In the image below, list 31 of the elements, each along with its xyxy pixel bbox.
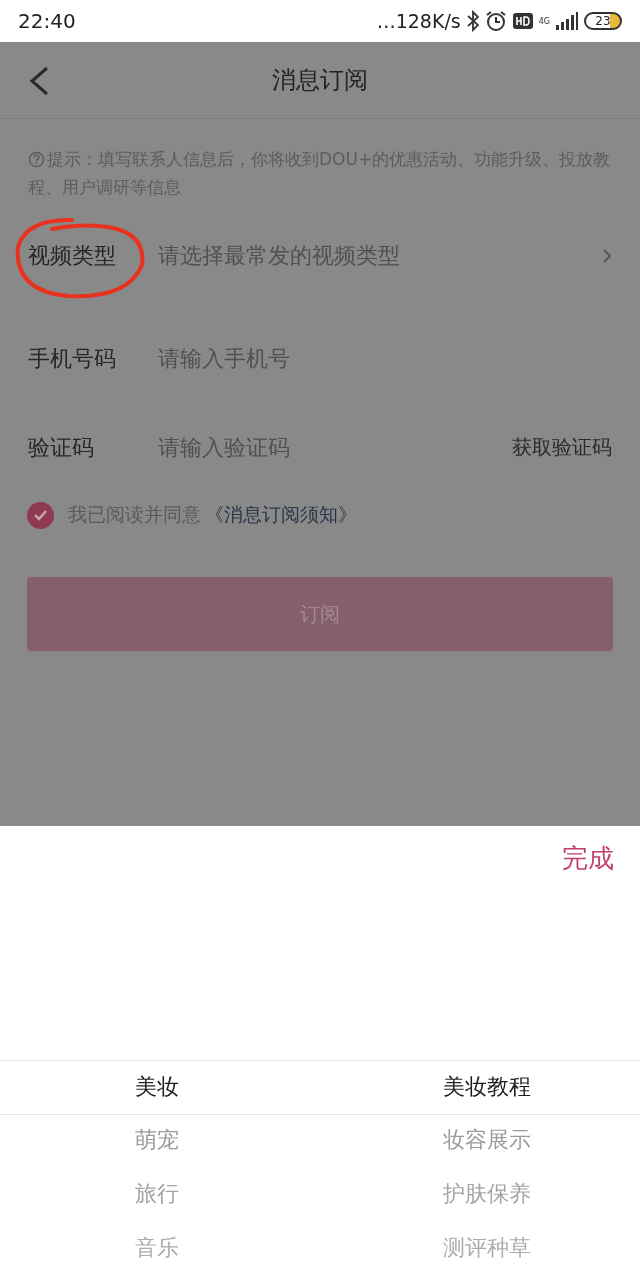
question-icon <box>28 151 45 168</box>
alarm-clock-icon <box>484 10 507 32</box>
battery-level: 23 <box>584 12 622 30</box>
field-label: 手机号码 <box>28 344 117 373</box>
done-button[interactable]: 完成 <box>562 840 614 876</box>
picker-option[interactable]: 萌宠 <box>135 1125 179 1155</box>
picker-option[interactable]: 音乐 <box>135 1233 179 1263</box>
page-title: 消息订阅 <box>272 65 368 96</box>
picker-option[interactable]: 美妆 <box>135 1071 179 1102</box>
phone-input-field[interactable]: 请输入手机号 <box>158 346 612 371</box>
status-time: 22:40 <box>18 9 76 33</box>
picker-option[interactable]: 旅行 <box>135 1179 179 1209</box>
picker-option[interactable]: 妆容展示 <box>442 1125 531 1155</box>
picker-option[interactable]: 测评种草 <box>442 1233 531 1263</box>
chevron-right-icon[interactable] <box>602 247 612 264</box>
terms-link[interactable]: 《消息订阅须知》 <box>205 502 357 528</box>
network-speed: …128K/s <box>376 10 461 32</box>
get-code-button[interactable]: 获取验证码 <box>512 434 612 461</box>
hd-icon <box>512 12 533 30</box>
back-icon[interactable] <box>28 66 50 96</box>
select-placeholder[interactable]: 请选择最常发的视频类型 <box>158 240 602 271</box>
field-label: 视频类型 <box>28 241 117 270</box>
code-input-field[interactable]: 请输入验证码 <box>158 435 512 460</box>
checkmark-icon <box>33 509 48 521</box>
bluetooth-icon <box>466 10 479 32</box>
signal-icon <box>556 12 578 30</box>
picker-option[interactable]: 美妆教程 <box>442 1071 531 1102</box>
agree-checkbox[interactable] <box>27 501 54 529</box>
network-type: 4G <box>538 16 550 26</box>
field-label: 验证码 <box>28 433 95 462</box>
picker-option[interactable]: 护肤保养 <box>442 1179 531 1209</box>
